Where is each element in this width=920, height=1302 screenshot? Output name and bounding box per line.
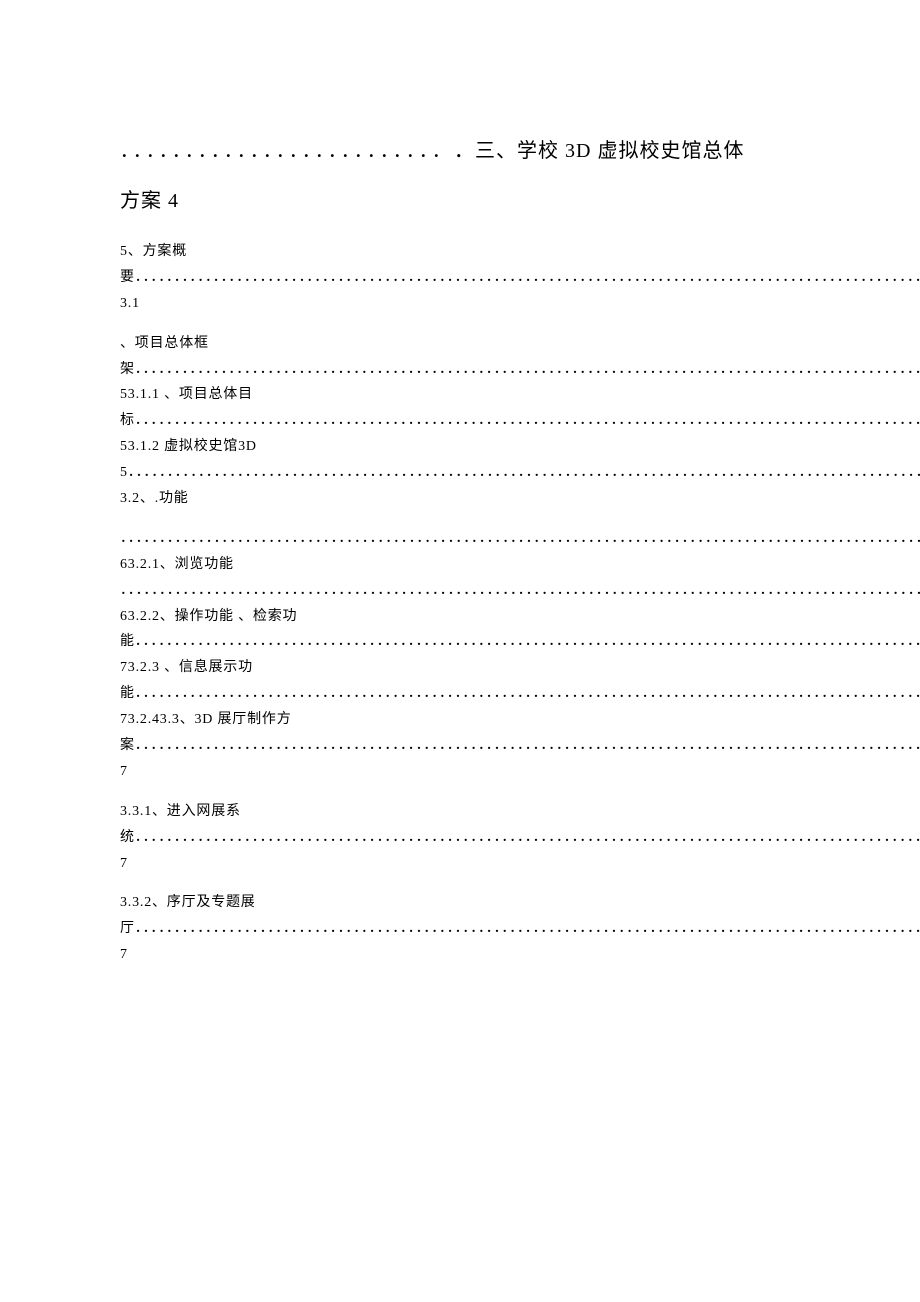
toc-entry: ．．．．．．．．．．．．．．．．．．．．．．．．．．．．．．．．．．．．．．．．… [120,526,800,785]
title-text-1: ．三、学校 3D 虚拟校史馆总体 [454,135,744,167]
title-dots: ．．．．．．．．．．．．．．．．．．．．．．．．． [120,137,454,166]
toc-entry: 3.3.2、序厅及专题展厅．．．．．．．．．．．．．．．．．．．．．．．．．．．… [120,890,800,968]
toc-entry: 3.3.1、进入网展系统．．．．．．．．．．．．．．．．．．．．．．．．．．．．… [120,799,800,877]
toc-entry: 5、方案概要．．．．．．．．．．．．．．．．．．．．．．．．．．．．．．．．．．… [120,239,800,317]
title-line-2: 方案 4 [120,185,800,217]
toc-entry: 、项目总体框架．．．．．．．．．．．．．．．．．．．．．．．．．．．．．．．．．… [120,331,800,512]
title-line-1: ．．．．．．．．．．．．．．．．．．．．．．．．． ．三、学校 3D 虚拟校史馆… [120,135,800,167]
